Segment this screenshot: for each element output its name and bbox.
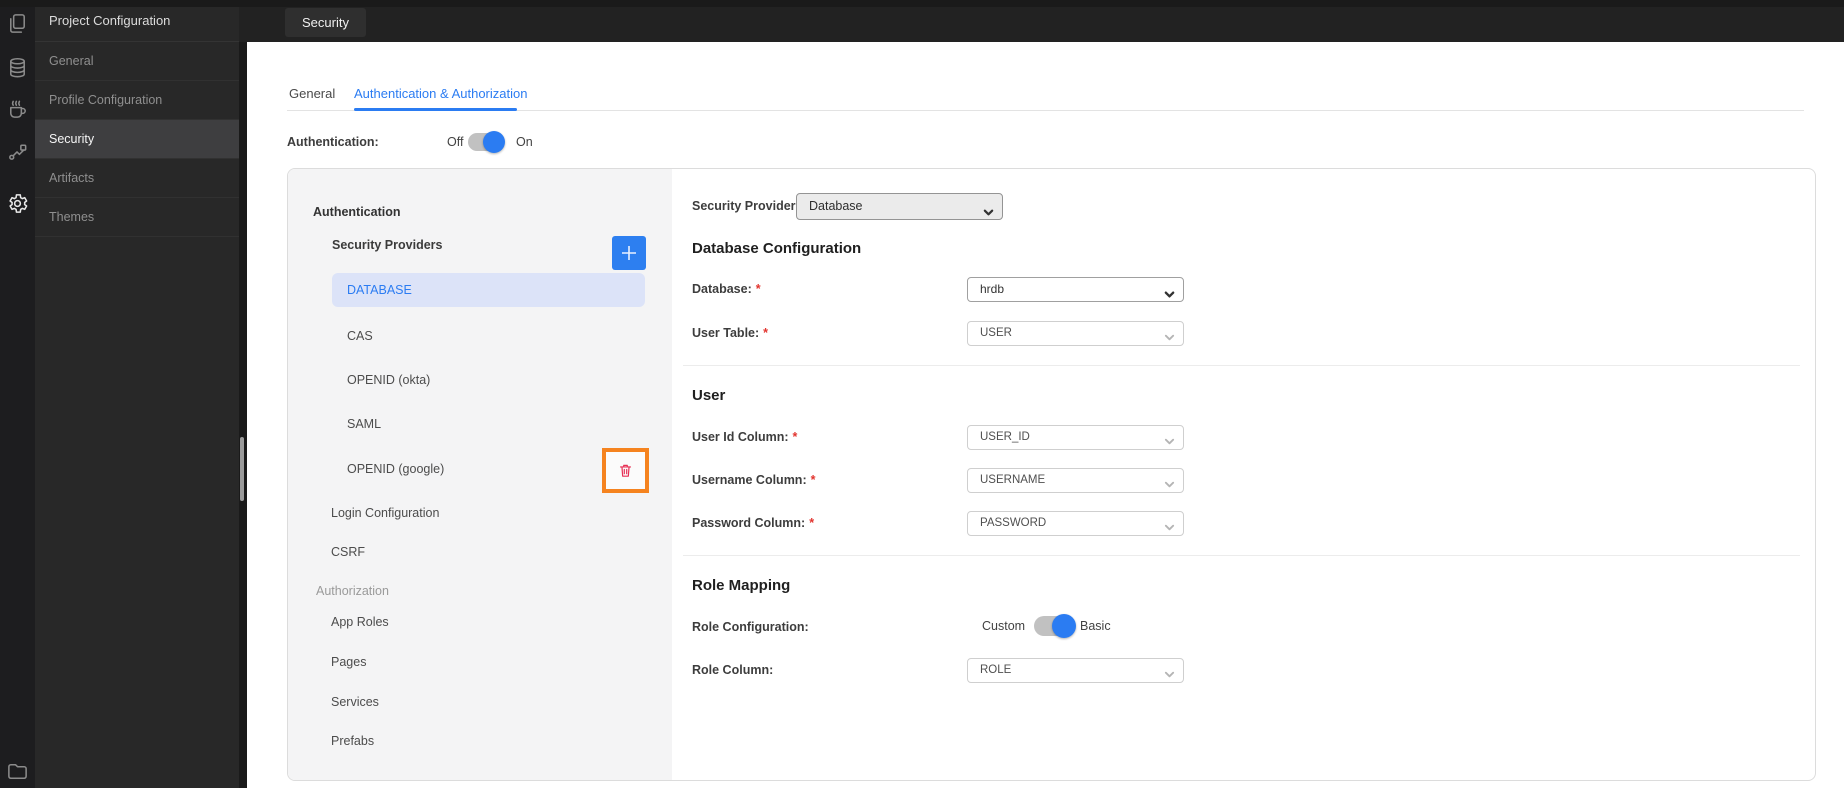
nav-item-csrf[interactable]: CSRF xyxy=(331,545,365,559)
required-marker: * xyxy=(809,516,815,530)
activity-bar xyxy=(0,0,35,788)
pages-icon[interactable] xyxy=(6,12,29,35)
chevron-down-icon xyxy=(1164,433,1175,445)
password-column-value: PASSWORD xyxy=(980,517,1047,529)
required-marker: * xyxy=(792,430,798,444)
sidebar-scrollbar[interactable] xyxy=(240,437,244,501)
delete-provider-button-highlighted[interactable] xyxy=(602,448,649,493)
user-table-value: USER xyxy=(980,327,1012,339)
role-column-select[interactable]: ROLE xyxy=(967,658,1184,683)
apis-icon[interactable] xyxy=(6,140,29,163)
database-icon[interactable] xyxy=(6,56,29,79)
user-table-select[interactable]: USER xyxy=(967,321,1184,346)
top-tab-security[interactable]: Security xyxy=(285,8,366,37)
authentication-on-label: On xyxy=(516,135,533,149)
settings-gear-icon[interactable] xyxy=(6,192,29,215)
window-top-strip xyxy=(0,0,1844,7)
authentication-off-label: Off xyxy=(447,135,464,149)
chevron-down-icon xyxy=(1164,666,1175,678)
password-column-select[interactable]: PASSWORD xyxy=(967,511,1184,536)
nav-item-pages[interactable]: Pages xyxy=(331,655,366,669)
database-label: Database: * xyxy=(692,282,761,296)
app-root: Project Configuration General Profile Co… xyxy=(0,0,1844,788)
authentication-label: Authentication: xyxy=(287,135,379,149)
user-heading: User xyxy=(692,387,726,404)
chevron-down-icon xyxy=(1164,476,1175,488)
nav-item-prefabs[interactable]: Prefabs xyxy=(331,734,374,748)
nav-item-app-roles[interactable]: App Roles xyxy=(331,615,389,629)
user-id-column-value: USER_ID xyxy=(980,431,1030,443)
database-value: hrdb xyxy=(980,282,1005,296)
username-column-label: Username Column: * xyxy=(692,473,816,487)
authentication-toggle-knob xyxy=(483,131,505,153)
required-marker: * xyxy=(763,326,769,340)
tab-general[interactable]: General xyxy=(289,86,335,101)
sidebar-item-security[interactable]: Security xyxy=(35,120,239,159)
nav-section-authorization: Authorization xyxy=(316,584,389,598)
username-column-value: USERNAME xyxy=(980,474,1046,486)
user-id-column-select[interactable]: USER_ID xyxy=(967,425,1184,450)
chevron-down-icon xyxy=(1164,519,1175,531)
role-configuration-toggle[interactable] xyxy=(1034,614,1076,638)
nav-item-services[interactable]: Services xyxy=(331,695,379,709)
java-services-icon[interactable] xyxy=(6,98,29,121)
project-config-sidebar: Project Configuration General Profile Co… xyxy=(35,0,239,788)
role-column-value: ROLE xyxy=(980,664,1012,676)
required-marker: * xyxy=(810,473,816,487)
provider-item-openid-okta[interactable]: OPENID (okta) xyxy=(332,363,645,397)
section-divider xyxy=(683,365,1800,366)
provider-item-database[interactable]: DATABASE xyxy=(332,273,645,307)
nav-item-login-configuration[interactable]: Login Configuration xyxy=(331,506,439,520)
user-table-label: User Table: * xyxy=(692,326,769,340)
role-mapping-heading: Role Mapping xyxy=(692,577,791,594)
sidebar-item-themes[interactable]: Themes xyxy=(35,198,239,237)
security-provider-select[interactable]: Database xyxy=(796,193,1003,220)
provider-item-cas[interactable]: CAS xyxy=(332,319,645,353)
section-divider xyxy=(683,555,1800,556)
trash-icon xyxy=(619,464,632,477)
role-custom-label: Custom xyxy=(982,619,1026,633)
security-provider-label: Security Provider xyxy=(692,199,796,213)
chevron-down-icon xyxy=(1164,285,1175,298)
role-configuration-label: Role Configuration: xyxy=(692,620,809,634)
provider-item-openid-google[interactable]: OPENID (google) xyxy=(332,452,645,486)
authentication-toggle[interactable] xyxy=(468,131,505,153)
sidebar-item-artifacts[interactable]: Artifacts xyxy=(35,159,239,198)
password-column-label: Password Column: * xyxy=(692,516,815,530)
sidebar-item-profile-configuration[interactable]: Profile Configuration xyxy=(35,81,239,120)
security-provider-value: Database xyxy=(809,199,863,213)
add-provider-button[interactable] xyxy=(612,236,646,270)
security-providers-header: Security Providers xyxy=(332,238,443,252)
provider-item-saml[interactable]: SAML xyxy=(332,407,645,441)
tab-authentication-authorization[interactable]: Authentication & Authorization xyxy=(354,86,527,101)
role-configuration-toggle-knob xyxy=(1052,614,1076,638)
sidebar-item-general[interactable]: General xyxy=(35,42,239,81)
database-select[interactable]: hrdb xyxy=(967,277,1184,302)
database-configuration-heading: Database Configuration xyxy=(692,240,862,257)
required-marker: * xyxy=(755,282,761,296)
nav-section-authentication: Authentication xyxy=(313,205,401,219)
username-column-select[interactable]: USERNAME xyxy=(967,468,1184,493)
role-basic-label: Basic xyxy=(1080,619,1111,633)
sidebar-gutter xyxy=(239,42,247,788)
active-tab-underline xyxy=(354,108,517,111)
chevron-down-icon xyxy=(983,202,994,216)
user-id-column-label: User Id Column: * xyxy=(692,430,798,444)
chevron-down-icon xyxy=(1164,329,1175,341)
role-column-label: Role Column: xyxy=(692,663,774,677)
file-explorer-icon[interactable] xyxy=(6,760,29,783)
